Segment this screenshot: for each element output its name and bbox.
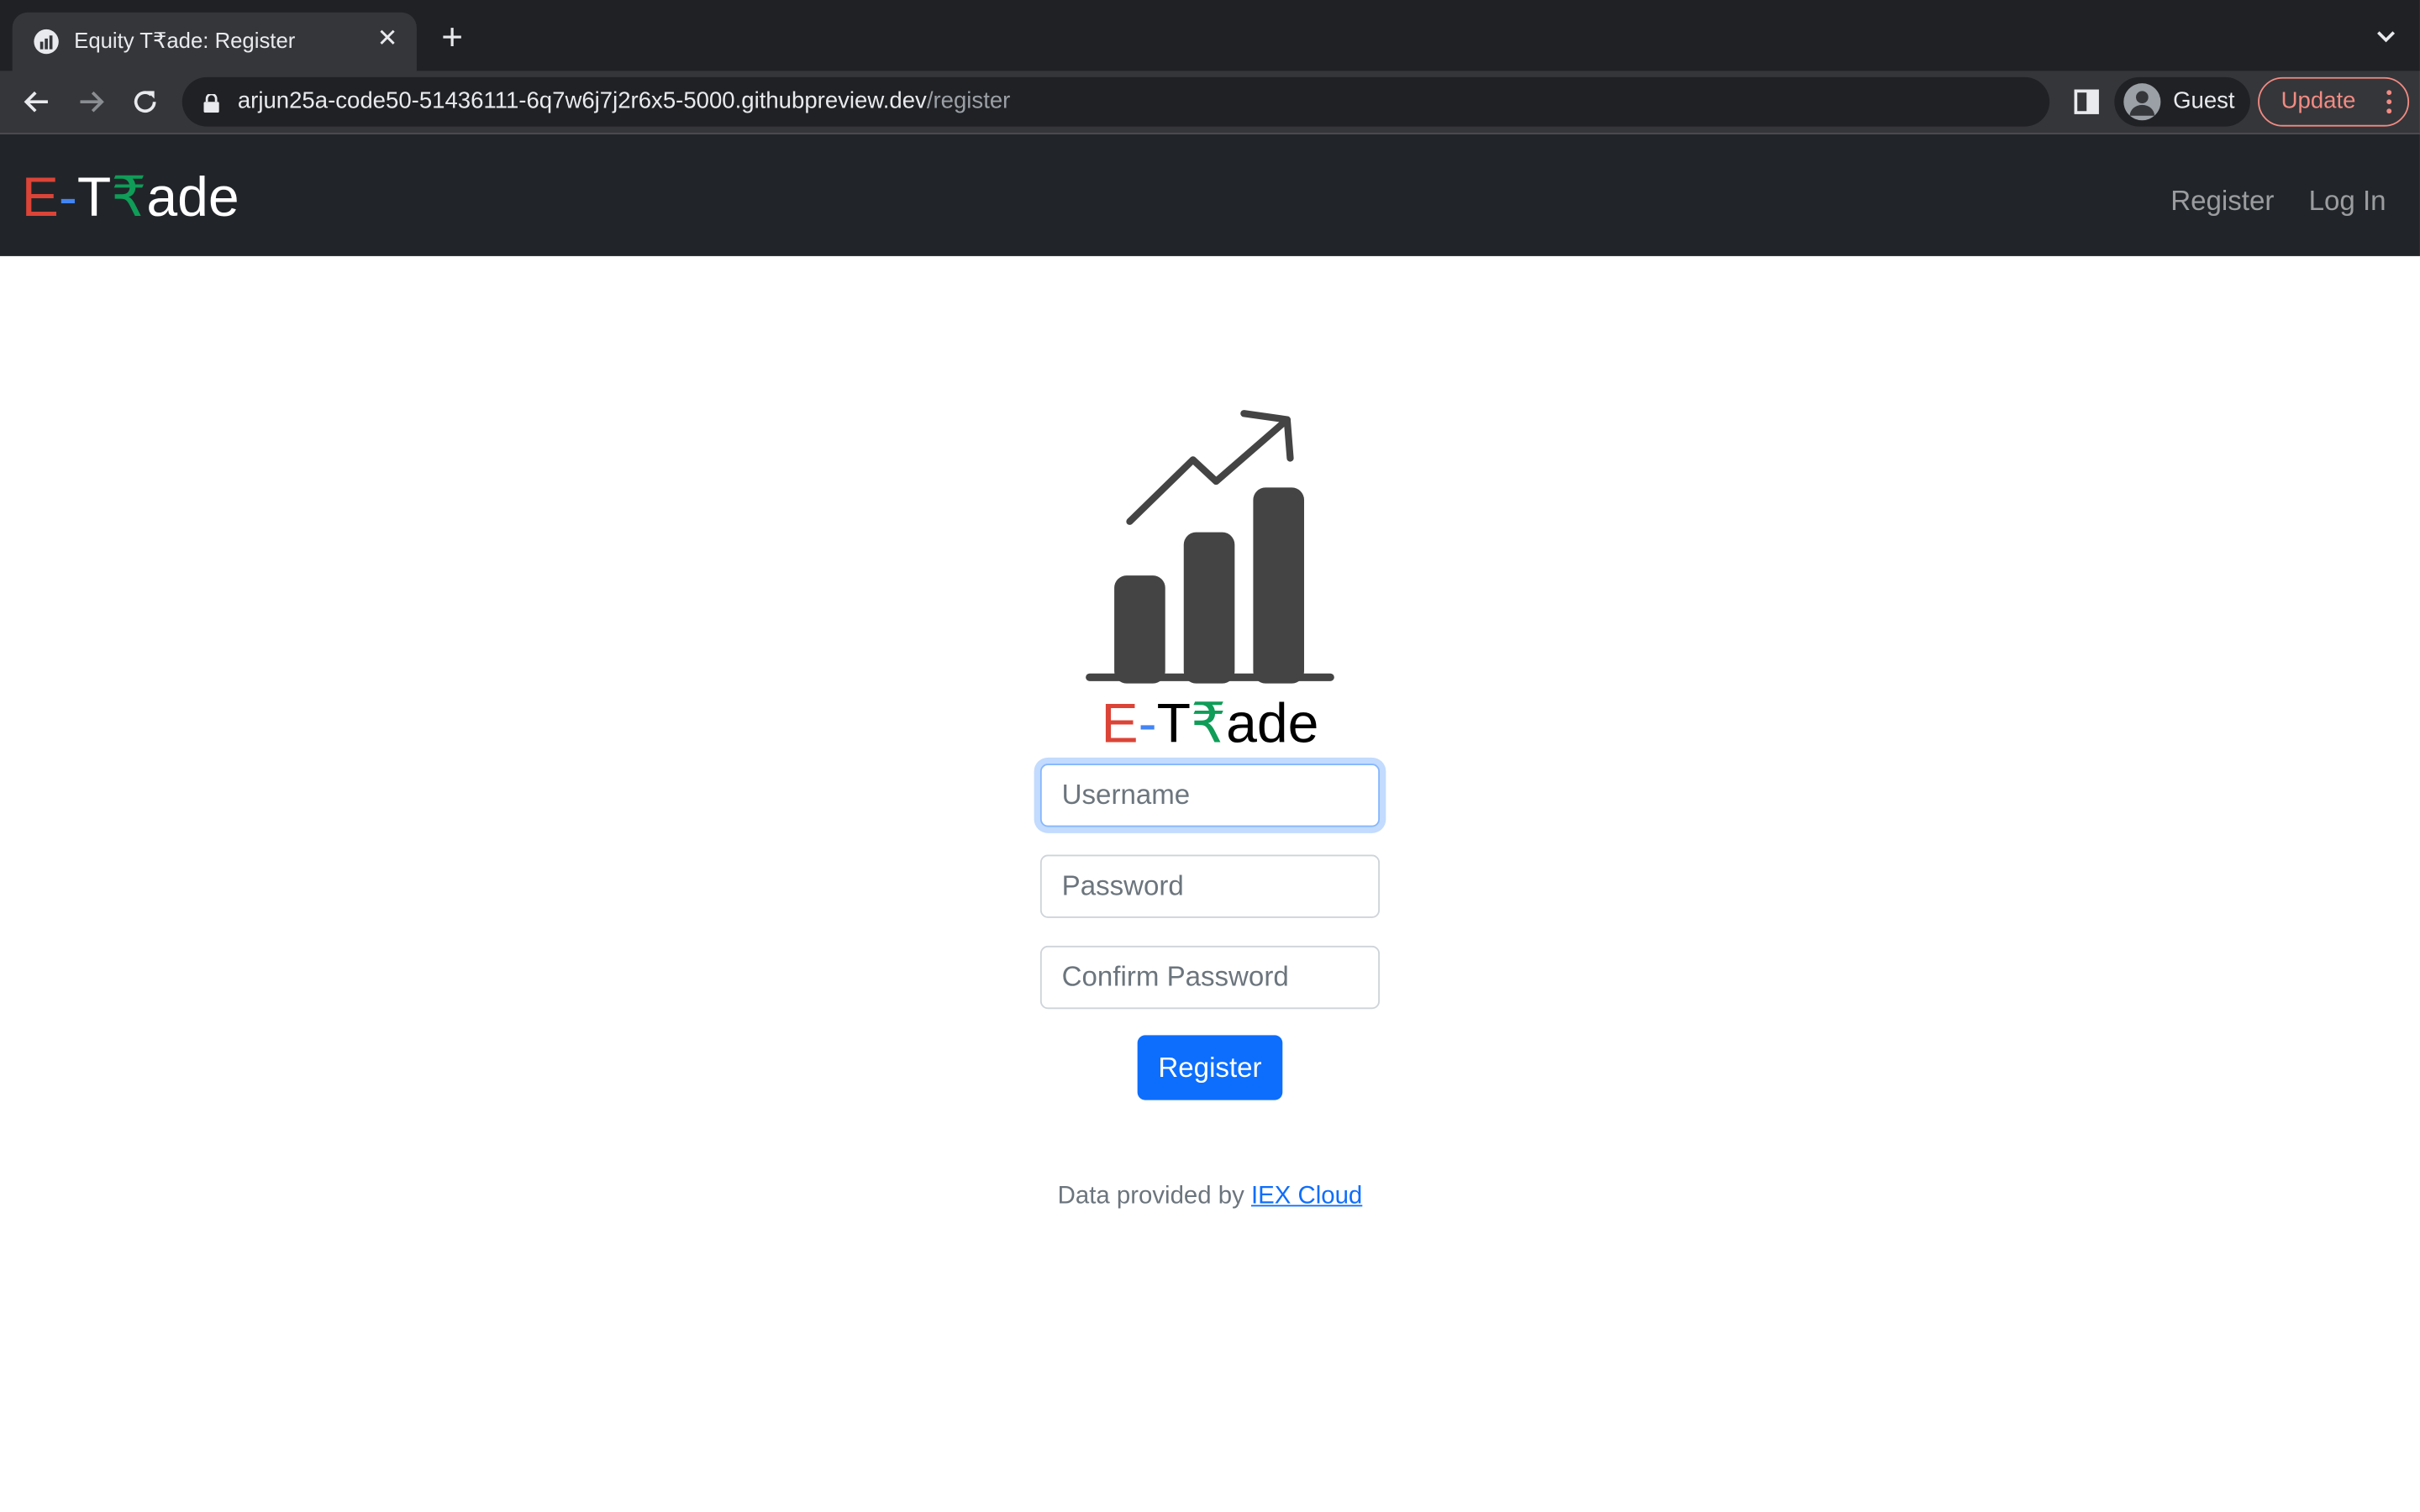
chevron-down-icon[interactable] bbox=[2374, 24, 2398, 49]
wordmark-letter-t: T bbox=[1156, 690, 1192, 755]
footer-attribution: Data provided by IEX Cloud bbox=[0, 1184, 2420, 1211]
brand-rupee: ₹ bbox=[111, 165, 147, 228]
tab-strip: Equity T₹ade: Register ✕ + bbox=[0, 0, 2420, 71]
username-input[interactable] bbox=[1039, 764, 1381, 827]
back-arrow-icon[interactable] bbox=[18, 83, 55, 120]
profile-label: Guest bbox=[2173, 87, 2235, 114]
site-navbar: E-T₹ade Register Log In bbox=[0, 134, 2420, 256]
wordmark-suffix: ade bbox=[1226, 690, 1319, 755]
growth-chart-logo-icon bbox=[1086, 410, 1334, 684]
url-host: arjun25a-code50-51436111-6q7w6j7j2r6x5-5… bbox=[237, 87, 927, 114]
brand-dash: - bbox=[58, 165, 77, 228]
tab-title: Equity T₹ade: Register bbox=[74, 28, 296, 53]
wordmark-dash: - bbox=[1138, 690, 1157, 755]
confirm-password-input[interactable] bbox=[1039, 945, 1381, 1010]
browser-toolbar: arjun25a-code50-51436111-6q7w6j7j2r6x5-5… bbox=[0, 71, 2420, 134]
brand-suffix: ade bbox=[146, 165, 239, 228]
url-path: /register bbox=[926, 87, 1011, 114]
nav-links: Register Log In bbox=[2143, 185, 2386, 218]
browser-window: Equity T₹ade: Register ✕ + arjun25a-code… bbox=[0, 0, 2420, 1512]
lock-icon[interactable] bbox=[203, 92, 219, 113]
address-bar[interactable]: arjun25a-code50-51436111-6q7w6j7j2r6x5-5… bbox=[182, 76, 2050, 127]
url-text[interactable]: arjun25a-code50-51436111-6q7w6j7j2r6x5-5… bbox=[238, 88, 1010, 114]
browser-tab[interactable]: Equity T₹ade: Register ✕ bbox=[12, 12, 417, 71]
footer-prefix: Data provided by bbox=[1057, 1183, 1251, 1210]
side-panel-icon[interactable] bbox=[2073, 88, 2101, 116]
update-button[interactable]: Update bbox=[2258, 76, 2410, 127]
register-button[interactable]: Register bbox=[1137, 1035, 1283, 1100]
brand-logo-link[interactable]: E-T₹ade bbox=[22, 165, 239, 230]
avatar-icon bbox=[2123, 83, 2161, 121]
brand-letter-t: T bbox=[76, 165, 112, 228]
update-label: Update bbox=[2281, 87, 2356, 114]
new-tab-plus-icon[interactable]: + bbox=[435, 19, 469, 56]
profile-button[interactable]: Guest bbox=[2114, 76, 2250, 127]
reload-icon[interactable] bbox=[127, 83, 164, 120]
wordmark-letter-e: E bbox=[1101, 690, 1139, 755]
close-icon[interactable]: ✕ bbox=[373, 26, 401, 54]
nav-register-link[interactable]: Register bbox=[2170, 185, 2274, 216]
chart-favicon-icon bbox=[34, 29, 59, 55]
wordmark-rupee: ₹ bbox=[1191, 690, 1227, 755]
iex-cloud-link[interactable]: IEX Cloud bbox=[1251, 1184, 1362, 1210]
logo-wordmark: E-T₹ade bbox=[0, 691, 2420, 756]
nav-login-link[interactable]: Log In bbox=[2309, 185, 2386, 216]
brand-letter-e: E bbox=[21, 165, 59, 228]
more-vert-icon[interactable] bbox=[2386, 88, 2392, 116]
password-input[interactable] bbox=[1039, 854, 1381, 918]
forward-arrow-icon[interactable] bbox=[72, 83, 109, 120]
